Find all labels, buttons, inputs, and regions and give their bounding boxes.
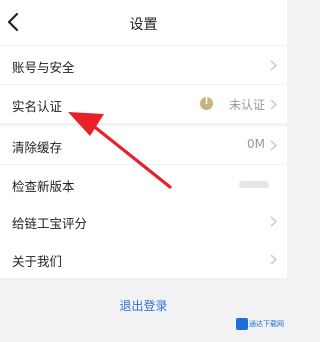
- version-value-blurred: [239, 181, 269, 188]
- verification-status: 未认证: [228, 98, 265, 112]
- row-account-security[interactable]: 账号与安全: [0, 46, 287, 84]
- row-clear-cache[interactable]: 清除缓存 0M: [0, 126, 287, 164]
- row-label: 给链工宝评分: [12, 216, 88, 231]
- watermark-text: 通达下载网: [249, 320, 284, 328]
- row-label: 关于我们: [12, 254, 63, 269]
- exclamation-circle-icon: [200, 96, 213, 110]
- logout-button[interactable]: 退出登录: [0, 297, 287, 314]
- chevron-right-icon: [270, 216, 277, 227]
- row-check-update[interactable]: 检查新版本: [0, 165, 287, 203]
- row-label: 清除缓存: [12, 140, 63, 155]
- row-rate-app[interactable]: 给链工宝评分: [0, 202, 287, 240]
- chevron-right-icon: [270, 254, 277, 265]
- page-title: 设置: [129, 17, 158, 33]
- row-label: 账号与安全: [12, 60, 75, 75]
- row-real-name-verification[interactable]: 实名认证 未认证: [0, 85, 287, 123]
- watermark-icon: [236, 318, 248, 330]
- chevron-right-icon: [270, 140, 277, 151]
- row-label: 检查新版本: [12, 179, 75, 194]
- row-about-us[interactable]: 关于我们: [0, 240, 287, 278]
- navbar: 设置: [0, 0, 287, 45]
- cache-size: 0M: [247, 137, 265, 151]
- chevron-right-icon: [270, 60, 277, 71]
- chevron-right-icon: [270, 99, 277, 110]
- watermark-logo: 通达下载网: [236, 318, 284, 330]
- row-label: 实名认证: [12, 99, 63, 114]
